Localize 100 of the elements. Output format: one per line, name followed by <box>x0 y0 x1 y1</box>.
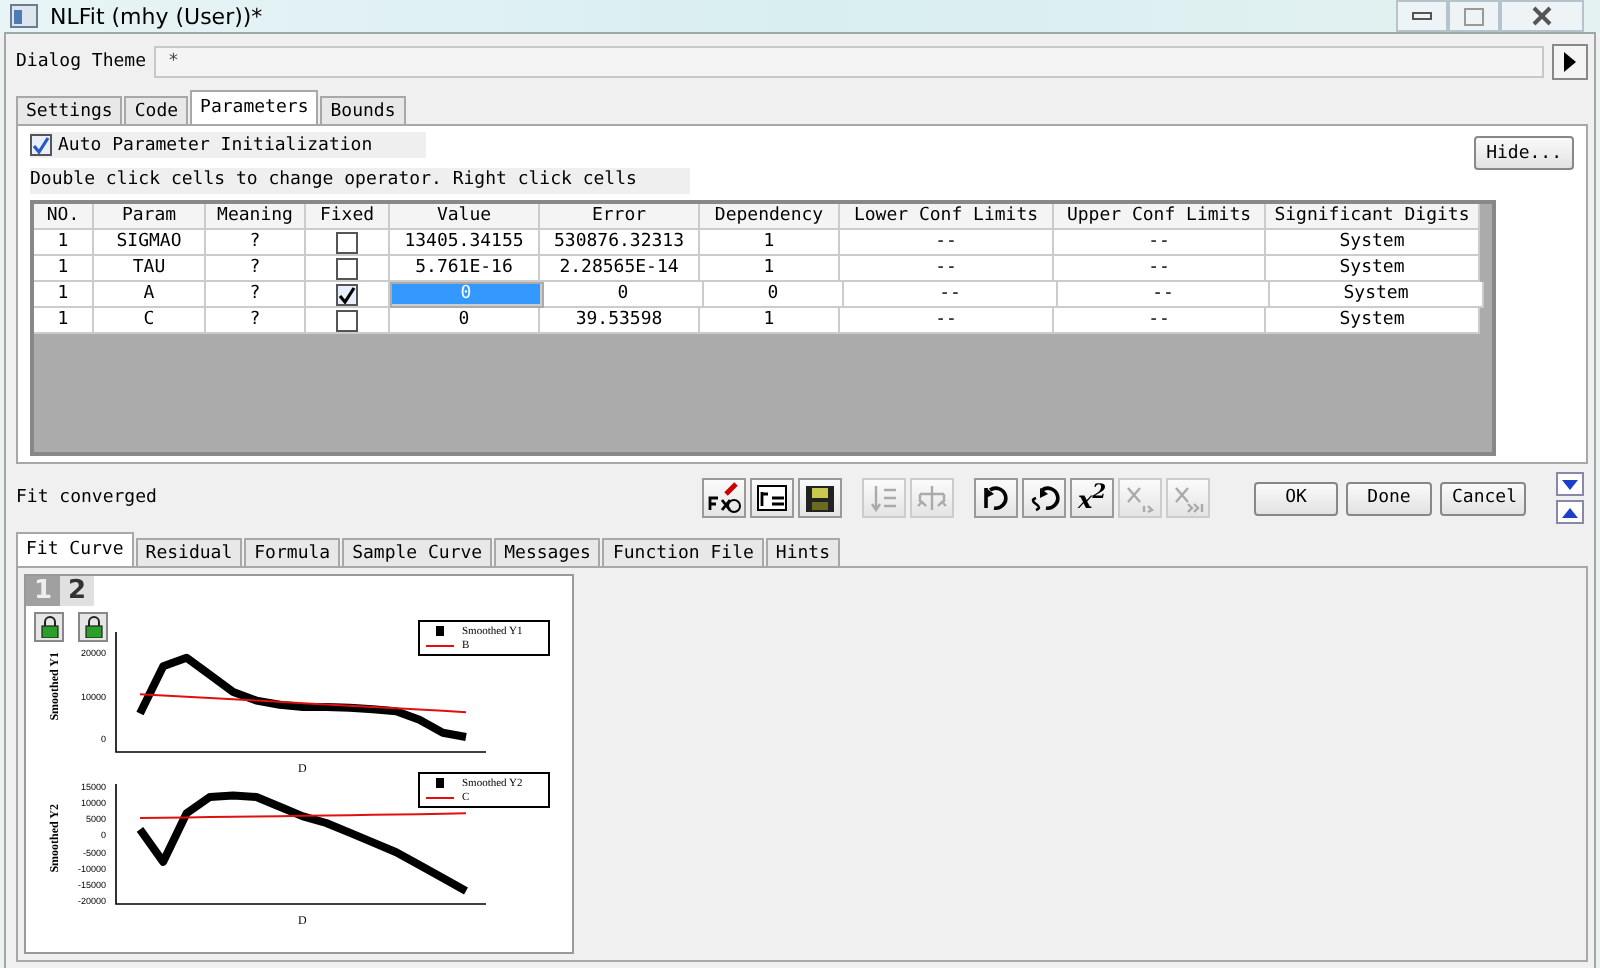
checkbox[interactable] <box>336 283 358 305</box>
table-cell: ? <box>206 256 306 282</box>
table-cell: -- <box>1058 282 1270 308</box>
tab[interactable]: Function File <box>602 538 764 566</box>
table-cell: TAU <box>94 256 206 282</box>
tree-icon <box>914 482 950 514</box>
table-cell: ? <box>206 308 306 334</box>
table-cell: 0 <box>704 282 844 308</box>
table-cell: -- <box>840 308 1054 334</box>
table-cell: -- <box>1054 256 1266 282</box>
table-cell: 1 <box>700 308 840 334</box>
legend-line-icon <box>426 791 454 803</box>
column-header[interactable]: Fixed <box>306 204 390 230</box>
lock-icon[interactable] <box>34 612 64 642</box>
table-cell: System <box>1266 230 1480 256</box>
toolbar-button[interactable] <box>750 478 794 518</box>
tab[interactable]: Fit Curve <box>16 532 134 566</box>
toolbar-button[interactable] <box>702 478 746 518</box>
table-cell: 1 <box>34 230 94 256</box>
close-button[interactable] <box>1500 0 1584 32</box>
step-icon <box>1122 482 1158 514</box>
table-cell: -- <box>840 230 1054 256</box>
expand-button[interactable] <box>1556 500 1584 524</box>
tab[interactable]: Sample Curve <box>342 538 493 566</box>
table-cell: 530876.32313 <box>540 230 700 256</box>
table-cell: A <box>94 282 206 308</box>
column-header[interactable]: Error <box>540 204 700 230</box>
checkbox[interactable] <box>336 231 358 253</box>
dialog-button[interactable]: Cancel <box>1440 481 1526 515</box>
tab[interactable]: Code <box>124 96 189 124</box>
triangle-up-icon <box>1562 507 1578 517</box>
column-header[interactable]: Dependency <box>700 204 840 230</box>
tab[interactable]: Formula <box>244 538 341 566</box>
checkbox[interactable] <box>336 257 358 279</box>
collapse-button[interactable] <box>1556 472 1584 496</box>
tab[interactable]: Settings <box>16 96 123 124</box>
table-cell: -- <box>1054 308 1266 334</box>
table-cell: 1 <box>700 256 840 282</box>
table-cell: SIGMAO <box>94 230 206 256</box>
window-title: NLFit (mhy (User))* <box>50 3 263 29</box>
minimize-icon <box>1412 12 1432 20</box>
chi-square-button[interactable]: x$^{2}$ <box>1070 478 1114 518</box>
column-header[interactable]: Significant Digits <box>1266 204 1480 230</box>
toolbar-button[interactable] <box>1022 478 1066 518</box>
minimize-button[interactable] <box>1396 0 1448 32</box>
table-cell: ? <box>206 230 306 256</box>
lock-icon[interactable] <box>78 612 108 642</box>
tab[interactable]: Residual <box>135 538 243 566</box>
table-cell[interactable]: 13405.34155 <box>390 230 540 256</box>
table-cell: 1 <box>700 230 840 256</box>
close-icon <box>1532 6 1552 26</box>
column-header[interactable]: NO. <box>34 204 94 230</box>
column-header[interactable]: Meaning <box>206 204 306 230</box>
table-icon <box>754 482 790 514</box>
table-cell: ? <box>206 282 306 308</box>
undo-icon <box>1026 482 1062 514</box>
tab[interactable]: Parameters <box>190 90 319 124</box>
maximize-icon <box>1464 7 1484 25</box>
legend-line-icon <box>426 639 454 651</box>
table-cell: 0 <box>544 282 704 308</box>
dialog-button[interactable]: Done <box>1346 481 1432 515</box>
toolbar-button[interactable] <box>974 478 1018 518</box>
table-cell: C <box>94 308 206 334</box>
hint-text: Double click cells to change operator. Right click cells <box>30 168 690 194</box>
table-cell: 1 <box>34 256 94 282</box>
table-cell: -- <box>844 282 1058 308</box>
table-cell: System <box>1266 256 1480 282</box>
table-cell: -- <box>840 256 1054 282</box>
table-cell: 1 <box>34 282 94 308</box>
hide-button[interactable]: Hide... <box>1474 136 1574 170</box>
tab[interactable]: Bounds <box>320 96 406 124</box>
page-tab[interactable]: 2 <box>60 576 94 606</box>
theme-field[interactable]: * <box>154 46 1544 78</box>
column-header[interactable]: Upper Conf Limits <box>1054 204 1266 230</box>
table-cell[interactable]: 5.761E-16 <box>390 256 540 282</box>
checkbox[interactable] <box>336 309 358 331</box>
table-cell: 2.28565E-14 <box>540 256 700 282</box>
triangle-down-icon <box>1562 479 1578 489</box>
table-cell: -- <box>1054 230 1266 256</box>
tab[interactable]: Hints <box>765 538 841 566</box>
checkbox[interactable] <box>30 134 52 156</box>
column-header[interactable]: Value <box>390 204 540 230</box>
table-cell: System <box>1266 308 1480 334</box>
column-header[interactable]: Param <box>94 204 206 230</box>
sort-icon <box>866 482 902 514</box>
status-text: Fit converged <box>16 488 159 508</box>
theme-label: Dialog Theme <box>16 52 147 72</box>
column-header[interactable]: Lower Conf Limits <box>840 204 1054 230</box>
play-icon <box>1564 52 1576 72</box>
toolbar-button[interactable] <box>798 478 842 518</box>
undo-icon <box>978 482 1014 514</box>
table-cell: 39.53598 <box>540 308 700 334</box>
table-cell: System <box>1270 282 1484 308</box>
window-icon <box>10 4 38 28</box>
table-cell[interactable]: 0 <box>390 308 540 334</box>
checkbox-label: Auto Parameter Initialization <box>58 135 373 155</box>
tab[interactable]: Messages <box>494 538 601 566</box>
dialog-button[interactable]: OK <box>1254 481 1338 515</box>
table-cell: 1 <box>34 308 94 334</box>
theme-menu-button[interactable] <box>1552 44 1588 80</box>
